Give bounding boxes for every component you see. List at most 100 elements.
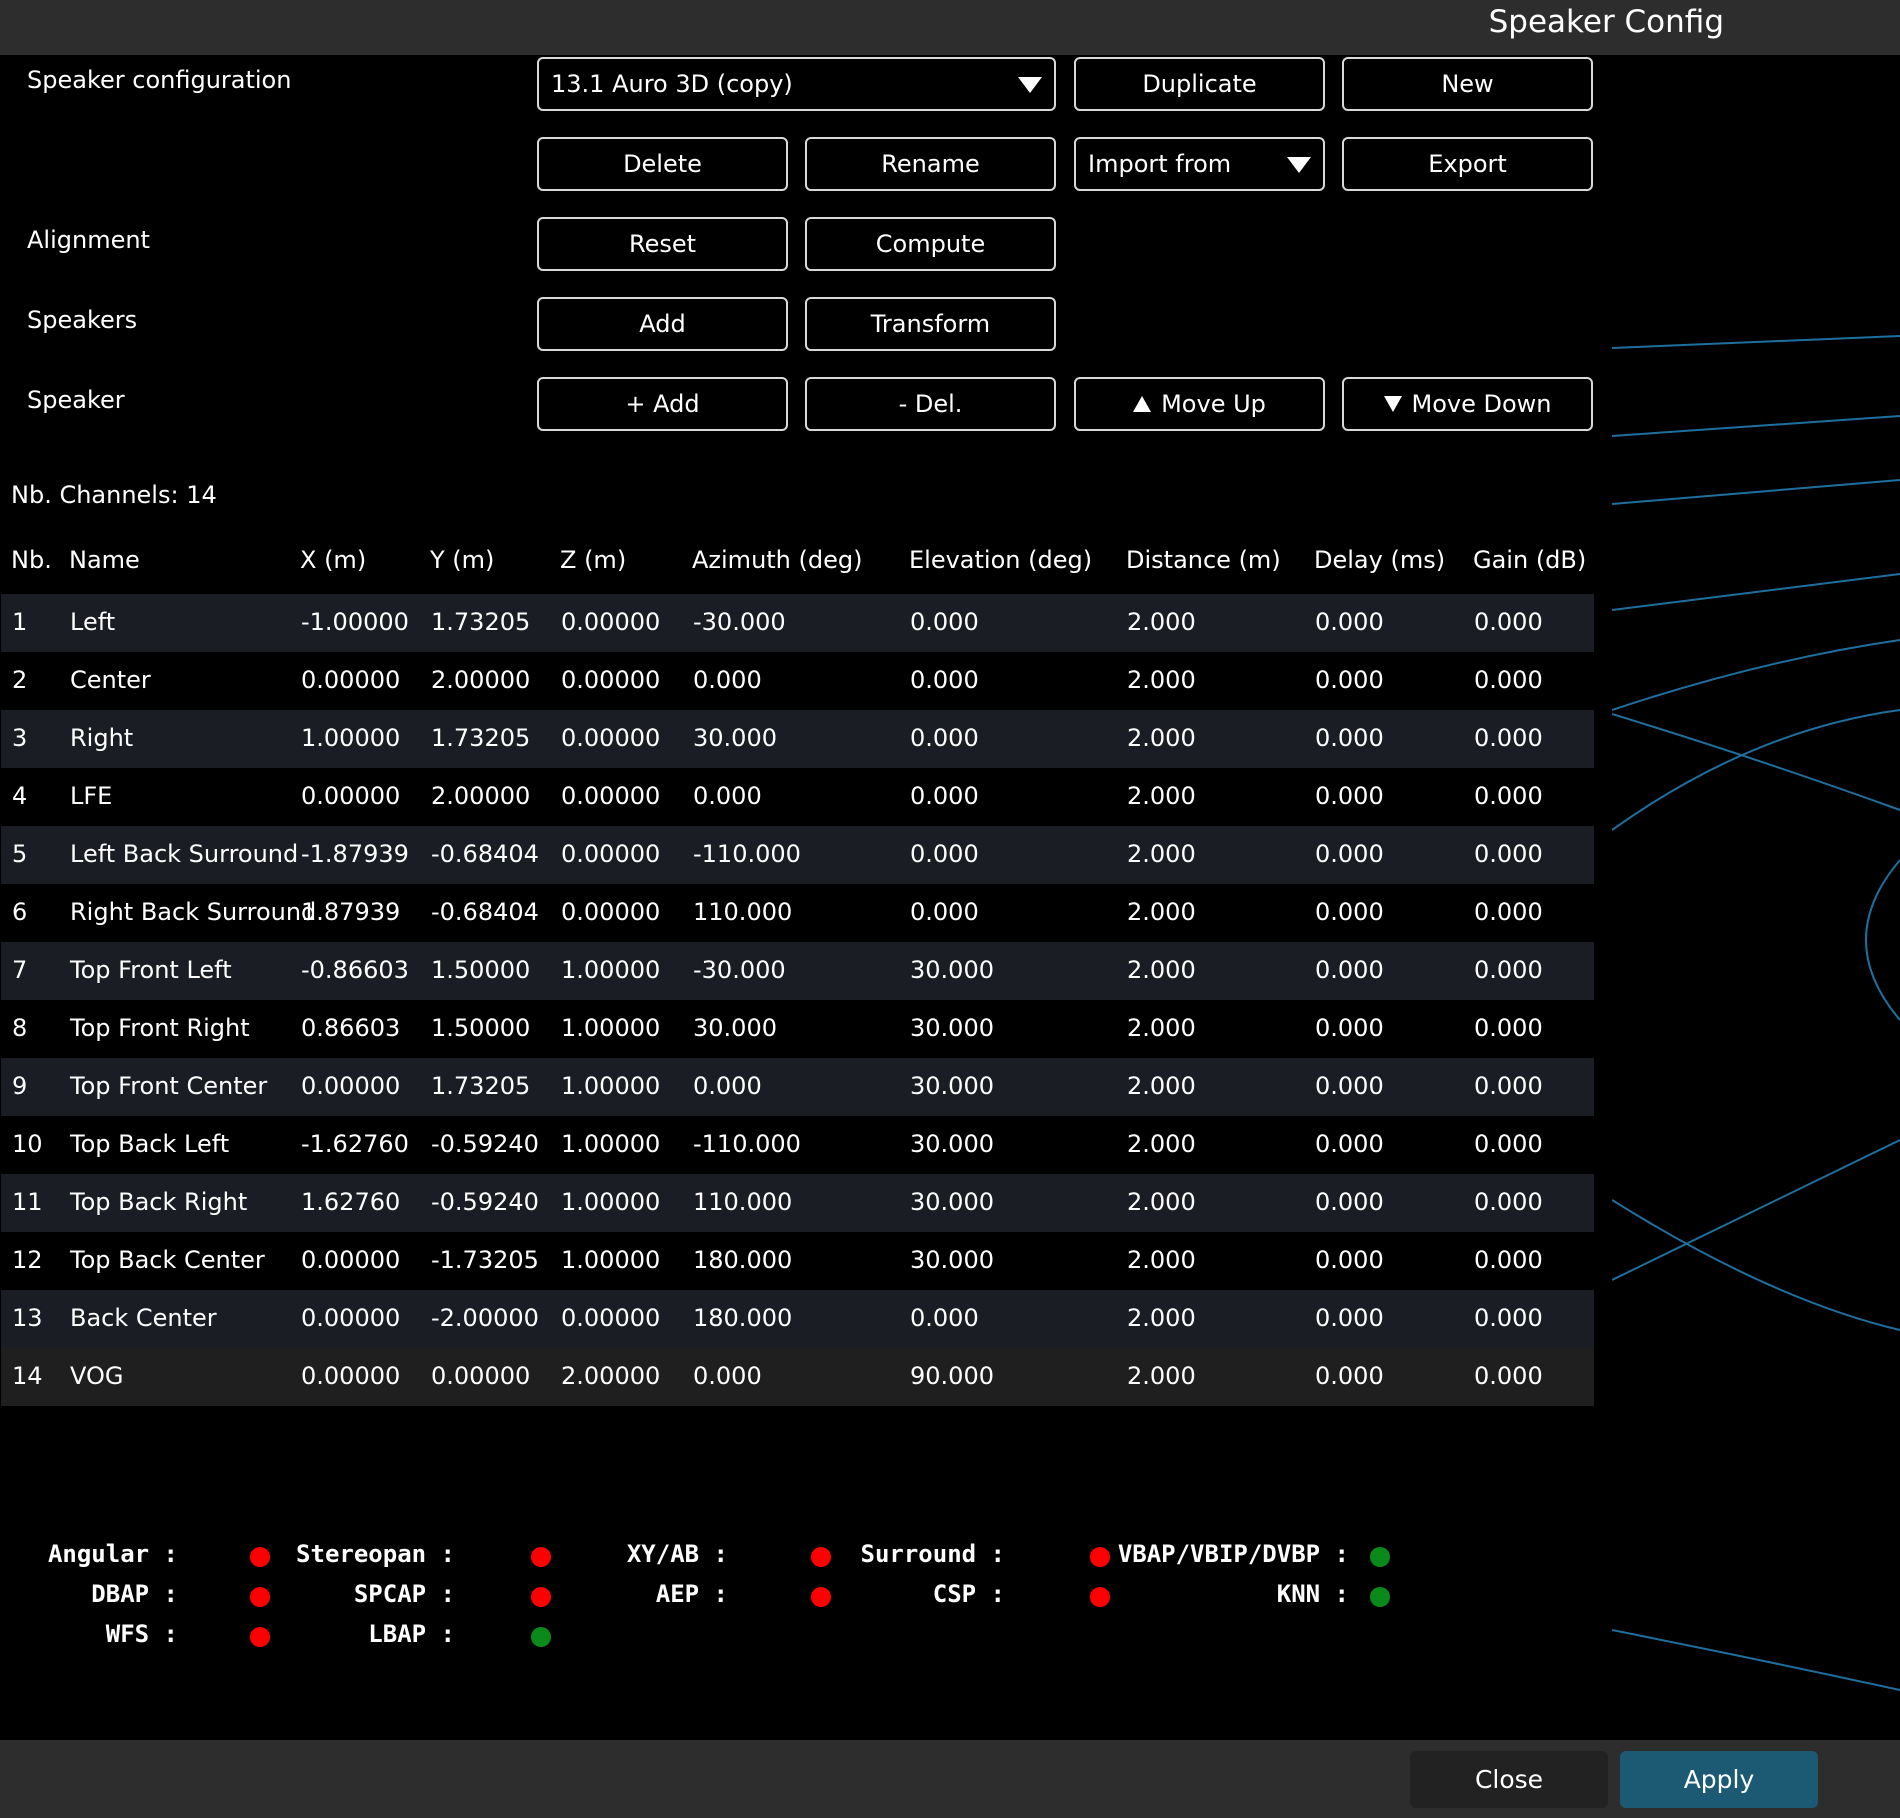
table-row[interactable]: 14 VOG 0.00000 0.00000 2.00000 0.000 90.000 2.0… <box>1 1348 1594 1406</box>
table-cell[interactable]: 0.00000 <box>561 840 660 868</box>
table-cell[interactable]: 0.000 <box>1474 724 1543 752</box>
table-cell[interactable]: VOG <box>70 1362 123 1390</box>
table-cell[interactable]: 0.000 <box>1474 898 1543 926</box>
table-cell[interactable]: 0.00000 <box>561 898 660 926</box>
table-cell[interactable]: 0.000 <box>910 608 979 636</box>
table-cell[interactable]: 0.000 <box>1474 1130 1543 1158</box>
table-cell[interactable]: 0.000 <box>693 782 762 810</box>
speaker-add-button[interactable]: + Add <box>537 377 788 431</box>
apply-button[interactable]: Apply <box>1620 1751 1818 1808</box>
table-cell[interactable]: 0.000 <box>1315 1362 1384 1390</box>
table-cell[interactable]: 0.000 <box>693 1362 762 1390</box>
table-row[interactable]: 13 Back Center 0.00000 -2.00000 0.00000 180.0… <box>1 1290 1594 1348</box>
rename-button[interactable]: Rename <box>805 137 1056 191</box>
reset-button[interactable]: Reset <box>537 217 788 271</box>
close-button[interactable]: Close <box>1410 1751 1608 1808</box>
table-cell[interactable]: 110.000 <box>693 898 792 926</box>
table-cell[interactable]: 2.000 <box>1127 898 1196 926</box>
table-cell[interactable]: 0.000 <box>910 840 979 868</box>
table-cell[interactable]: 30.000 <box>910 1014 994 1042</box>
export-button[interactable]: Export <box>1342 137 1593 191</box>
table-cell[interactable]: -110.000 <box>693 840 801 868</box>
table-cell[interactable]: Top Front Right <box>70 1014 250 1042</box>
table-cell[interactable]: 180.000 <box>693 1246 792 1274</box>
table-cell[interactable]: 0.000 <box>910 1304 979 1332</box>
table-cell[interactable]: 30.000 <box>910 1130 994 1158</box>
table-cell[interactable]: 0.000 <box>1315 1014 1384 1042</box>
table-cell[interactable]: 30.000 <box>910 1246 994 1274</box>
table-cell[interactable]: 110.000 <box>693 1188 792 1216</box>
table-cell[interactable]: 0.000 <box>910 724 979 752</box>
speakers-add-button[interactable]: Add <box>537 297 788 351</box>
table-cell[interactable]: 2.000 <box>1127 1362 1196 1390</box>
table-cell[interactable]: 2.000 <box>1127 840 1196 868</box>
table-cell[interactable]: 0.000 <box>1315 1188 1384 1216</box>
table-cell[interactable]: 0.00000 <box>431 1362 530 1390</box>
table-row[interactable]: 3 Right 1.00000 1.73205 0.00000 30.000 0.000 2.… <box>1 710 1594 768</box>
table-cell[interactable]: 2.000 <box>1127 1072 1196 1100</box>
table-cell[interactable]: Top Back Right <box>70 1188 247 1216</box>
table-cell[interactable]: 1.00000 <box>301 724 400 752</box>
table-cell[interactable]: 30.000 <box>693 1014 777 1042</box>
table-cell[interactable]: Center <box>70 666 151 694</box>
table-cell[interactable]: 0.000 <box>1474 1362 1543 1390</box>
table-cell[interactable]: 2.000 <box>1127 1188 1196 1216</box>
table-cell[interactable]: 2.000 <box>1127 1246 1196 1274</box>
table-cell[interactable]: 1.00000 <box>561 1130 660 1158</box>
table-cell[interactable]: 1.00000 <box>561 1014 660 1042</box>
table-cell[interactable]: 30.000 <box>910 956 994 984</box>
table-row[interactable]: 2 Center 0.00000 2.00000 0.00000 0.000 0.000 2.… <box>1 652 1594 710</box>
table-cell[interactable]: 2.000 <box>1127 666 1196 694</box>
table-cell[interactable]: 1.00000 <box>561 1188 660 1216</box>
table-cell[interactable]: 0.00000 <box>301 1072 400 1100</box>
table-cell[interactable]: Left <box>70 608 115 636</box>
table-cell[interactable]: 30.000 <box>910 1072 994 1100</box>
speaker-config-select[interactable]: 13.1 Auro 3D (copy) <box>537 57 1056 111</box>
table-cell[interactable]: 0.000 <box>1474 1014 1543 1042</box>
table-cell[interactable]: Top Front Center <box>70 1072 267 1100</box>
table-cell[interactable]: 0.00000 <box>301 666 400 694</box>
table-cell[interactable]: 2.00000 <box>431 666 530 694</box>
transform-button[interactable]: Transform <box>805 297 1056 351</box>
table-cell[interactable]: 0.000 <box>1474 1304 1543 1332</box>
table-cell[interactable]: -0.68404 <box>431 898 539 926</box>
table-cell[interactable]: 1.50000 <box>431 1014 530 1042</box>
table-cell[interactable]: 1.73205 <box>431 608 530 636</box>
table-cell[interactable]: 30.000 <box>693 724 777 752</box>
table-cell[interactable]: 1.00000 <box>561 1072 660 1100</box>
table-cell[interactable]: 2.000 <box>1127 1304 1196 1332</box>
table-cell[interactable]: 0.000 <box>910 666 979 694</box>
table-row[interactable]: 4 LFE 0.00000 2.00000 0.00000 0.000 0.000 2.000… <box>1 768 1594 826</box>
table-row[interactable]: 7 Top Front Left -0.86603 1.50000 1.00000 -30… <box>1 942 1594 1000</box>
table-cell[interactable]: 0.00000 <box>301 782 400 810</box>
table-cell[interactable]: 0.000 <box>1315 608 1384 636</box>
table-cell[interactable]: 0.000 <box>1474 608 1543 636</box>
new-button[interactable]: New <box>1342 57 1593 111</box>
table-cell[interactable]: 0.000 <box>1474 840 1543 868</box>
table-cell[interactable]: Right Back Surround <box>70 898 316 926</box>
move-down-button[interactable]: Move Down <box>1342 377 1593 431</box>
table-cell[interactable]: Top Front Left <box>70 956 232 984</box>
table-cell[interactable]: 0.000 <box>910 782 979 810</box>
table-cell[interactable]: -0.68404 <box>431 840 539 868</box>
table-cell[interactable]: -1.62760 <box>301 1130 409 1158</box>
table-cell[interactable]: -0.86603 <box>301 956 409 984</box>
table-cell[interactable]: Left Back Surround <box>70 840 298 868</box>
table-cell[interactable]: 0.00000 <box>561 666 660 694</box>
table-cell[interactable]: 0.000 <box>1315 666 1384 694</box>
table-cell[interactable]: 0.000 <box>1315 956 1384 984</box>
table-cell[interactable]: 0.000 <box>693 666 762 694</box>
table-row[interactable]: 5 Left Back Surround -1.87939 -0.68404 0.000… <box>1 826 1594 884</box>
table-cell[interactable]: -110.000 <box>693 1130 801 1158</box>
table-cell[interactable]: -1.73205 <box>431 1246 539 1274</box>
table-cell[interactable]: 0.00000 <box>301 1304 400 1332</box>
table-cell[interactable]: 0.000 <box>910 898 979 926</box>
table-cell[interactable]: 0.000 <box>1315 724 1384 752</box>
table-cell[interactable]: 0.000 <box>1474 666 1543 694</box>
table-cell[interactable]: 0.000 <box>1474 956 1543 984</box>
table-cell[interactable]: 1.73205 <box>431 1072 530 1100</box>
table-cell[interactable]: 1.73205 <box>431 724 530 752</box>
table-cell[interactable]: 0.00000 <box>301 1362 400 1390</box>
table-cell[interactable]: 0.000 <box>1474 1072 1543 1100</box>
table-cell[interactable]: 180.000 <box>693 1304 792 1332</box>
